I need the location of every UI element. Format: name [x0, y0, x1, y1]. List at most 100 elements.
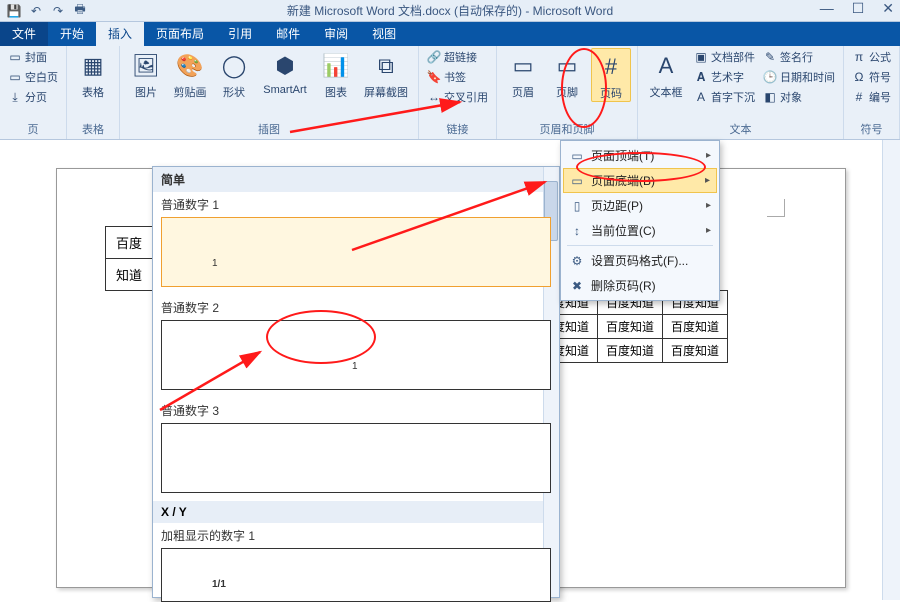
menu-page-margins[interactable]: ▯页边距(P)▸ [563, 193, 717, 218]
menu-separator [567, 245, 713, 246]
footer-button[interactable]: ▭页脚 [547, 48, 587, 100]
remove-icon: ✖ [569, 278, 585, 294]
group-links: 🔗超链接 🔖书签 ↔交叉引用 链接 [419, 46, 497, 139]
gallery-item-plain-2[interactable]: 1 [161, 320, 551, 390]
datetime-icon: 🕒 [763, 70, 777, 84]
group-text: A文本框 ▣文档部件 𝐀艺术字 A首字下沉 ✎签名行 🕒日期和时间 ◧对象 文本 [638, 46, 844, 139]
smartart-label: SmartArt [258, 84, 312, 96]
page-number-menu: ▭页面顶端(T)▸ ▭页面底端(B)▸ ▯页边距(P)▸ ↕ 当前位置(C) ▸ ⚙… [560, 140, 720, 301]
left-table: 百度 知道 [105, 226, 153, 291]
quickparts-label: 文档部件 [711, 49, 755, 65]
tab-mailings[interactable]: 邮件 [264, 21, 312, 46]
object-icon: ◧ [763, 90, 777, 104]
group-header-footer: ▭ 页眉 ▭页脚 #页码 页眉和页脚 [497, 46, 638, 139]
gallery-item-plain-1[interactable]: 1 [161, 217, 551, 287]
tab-home[interactable]: 开始 [48, 21, 96, 46]
screenshot-icon: ⧉ [370, 50, 402, 82]
table-cell: 百度知道 [598, 315, 663, 339]
menu-format-page-numbers[interactable]: ⚙设置页码格式(F)... [563, 248, 717, 273]
gallery-item-plain-3[interactable] [161, 423, 551, 493]
crossref-button[interactable]: ↔交叉引用 [425, 88, 490, 106]
chart-button[interactable]: 📊图表 [316, 48, 356, 100]
gallery-item-bold-1[interactable]: 1/1 [161, 548, 551, 602]
page-margin-icon: ▯ [569, 198, 585, 214]
menu-top-of-page[interactable]: ▭页面顶端(T)▸ [563, 143, 717, 168]
cover-page-button[interactable]: ▭封面 [6, 48, 60, 66]
symbol-icon: Ω [852, 70, 866, 84]
group-header-footer-label: 页眉和页脚 [503, 119, 631, 139]
tab-review[interactable]: 审阅 [312, 21, 360, 46]
shapes-button[interactable]: ◯ 形状 [214, 48, 254, 100]
hyperlink-button[interactable]: 🔗超链接 [425, 48, 490, 66]
datetime-button[interactable]: 🕒日期和时间 [761, 68, 837, 86]
pictures-label: 图片 [126, 84, 166, 100]
tab-file[interactable]: 文件 [0, 21, 48, 46]
page-break-button[interactable]: ⤓分页 [6, 88, 60, 106]
header-icon: ▭ [507, 50, 539, 82]
bookmark-icon: 🔖 [427, 70, 441, 84]
menu-label: 页面顶端(T) [591, 147, 654, 164]
close-button[interactable]: ✕ [882, 0, 894, 17]
symbol-button[interactable]: Ω符号 [850, 68, 893, 86]
number-button[interactable]: #编号 [850, 88, 893, 106]
tab-layout[interactable]: 页面布局 [144, 21, 216, 46]
parts-icon: ▣ [694, 50, 708, 64]
header-label: 页眉 [503, 84, 543, 100]
dropcap-label: 首字下沉 [711, 89, 755, 105]
menu-bottom-of-page[interactable]: ▭页面底端(B)▸ [563, 168, 717, 193]
group-tables-label: 表格 [73, 119, 113, 139]
page-bottom-icon: ▭ [569, 173, 585, 189]
textbox-button[interactable]: A文本框 [644, 48, 688, 100]
margin-corner-mark [767, 199, 785, 217]
pictures-button[interactable]: 🖼 图片 [126, 48, 166, 100]
object-button[interactable]: ◧对象 [761, 88, 837, 106]
group-illustrations-label: 插图 [126, 119, 412, 139]
tab-insert[interactable]: 插入 [96, 21, 144, 46]
screenshot-button[interactable]: ⧉屏幕截图 [360, 48, 412, 100]
page-icon: ▭ [8, 50, 22, 64]
page-number-button[interactable]: #页码 [591, 48, 631, 102]
sigline-button[interactable]: ✎签名行 [761, 48, 837, 66]
tab-view[interactable]: 视图 [360, 21, 408, 46]
preview-number: 1 [212, 258, 218, 269]
object-label: 对象 [780, 89, 802, 105]
group-symbols: π公式 Ω符号 #编号 符号 [844, 46, 900, 139]
quickparts-button[interactable]: ▣文档部件 [692, 48, 757, 66]
bookmark-button[interactable]: 🔖书签 [425, 68, 490, 86]
table-cell: 百度知道 [663, 339, 728, 363]
menu-label: 当前位置(C) [591, 222, 656, 239]
shapes-label: 形状 [214, 84, 254, 100]
tab-references[interactable]: 引用 [216, 21, 264, 46]
datetime-label: 日期和时间 [780, 69, 835, 85]
vertical-scrollbar[interactable] [882, 140, 900, 600]
break-icon: ⤓ [8, 90, 22, 104]
chevron-right-icon: ▸ [705, 175, 710, 186]
picture-icon: 🖼 [130, 50, 162, 82]
cursor-icon: ↕ [569, 223, 585, 239]
header-button[interactable]: ▭ 页眉 [503, 48, 543, 100]
smartart-button[interactable]: ⬢SmartArt [258, 48, 312, 96]
menu-current-position[interactable]: ↕当前位置(C)▸ [563, 218, 717, 243]
table-button[interactable]: ▦ 表格 [73, 48, 113, 100]
wordart-button[interactable]: 𝐀艺术字 [692, 68, 757, 86]
preview-number: 1/1 [212, 579, 226, 590]
page-number-icon: # [595, 51, 627, 83]
clipart-button[interactable]: 🎨剪贴画 [170, 48, 210, 100]
page-icon: ▭ [8, 70, 22, 84]
page-break-label: 分页 [25, 89, 47, 105]
ribbon: ▭封面 ▭空白页 ⤓分页 页 ▦ 表格 表格 🖼图片 🎨剪贴画 ◯形状 ⬢Sma… [0, 46, 900, 140]
group-tables: ▦ 表格 表格 [67, 46, 120, 139]
bookmark-label: 书签 [444, 69, 466, 85]
minimize-button[interactable]: — [820, 0, 834, 17]
crossref-icon: ↔ [427, 90, 441, 104]
number-label: 编号 [869, 89, 891, 105]
dropcap-icon: A [694, 90, 708, 104]
clipart-icon: 🎨 [174, 50, 206, 82]
blank-page-button[interactable]: ▭空白页 [6, 68, 60, 86]
maximize-button[interactable]: ☐ [852, 0, 865, 17]
equation-button[interactable]: π公式 [850, 48, 893, 66]
shapes-icon: ◯ [218, 50, 250, 82]
dropcap-button[interactable]: A首字下沉 [692, 88, 757, 106]
menu-remove-page-numbers[interactable]: ✖删除页码(R) [563, 273, 717, 298]
table-cell: 知道 [106, 259, 153, 291]
